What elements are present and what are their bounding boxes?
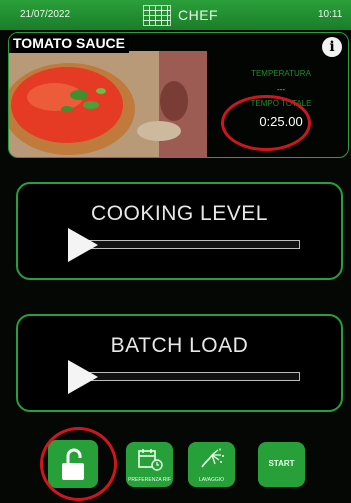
- washing-icon: [201, 448, 224, 468]
- batch-load-label: BATCH LOAD: [110, 334, 249, 357]
- chef-logo-icon: [143, 5, 171, 26]
- calendar-clock-icon: [138, 449, 163, 471]
- temperature-label: TEMPERATURA: [251, 69, 311, 78]
- header-title: CHEF: [178, 7, 219, 23]
- info-icon[interactable]: i: [322, 37, 342, 57]
- highlight-circle-time: [221, 95, 311, 151]
- recipe-title: TOMATO SAUCE: [9, 33, 130, 53]
- washing-label: LAVAGGIO: [198, 477, 225, 483]
- recipe-photo: [9, 51, 207, 157]
- tomato-sauce-image: [9, 51, 207, 157]
- reference-button[interactable]: PREFERENZA RIF: [126, 442, 173, 487]
- header-time: 10:11: [318, 9, 343, 20]
- highlight-circle-lock: [40, 427, 117, 501]
- header-bar: 21/07/2022 CHEF 10:11: [0, 0, 351, 30]
- temperature-value: ---: [277, 85, 285, 94]
- start-button[interactable]: START: [258, 442, 305, 487]
- cooking-level-panel[interactable]: COOKING LEVEL: [16, 182, 343, 280]
- start-label: START: [268, 459, 295, 468]
- cooking-level-label: COOKING LEVEL: [91, 202, 268, 225]
- washing-button[interactable]: LAVAGGIO: [188, 442, 235, 487]
- reference-label: PREFERENZA RIF: [128, 477, 171, 483]
- cooking-level-track[interactable]: [68, 240, 300, 249]
- cooking-level-thumb[interactable]: [68, 228, 98, 262]
- batch-load-panel[interactable]: BATCH LOAD: [16, 314, 343, 412]
- batch-load-track[interactable]: [68, 372, 300, 381]
- batch-load-thumb[interactable]: [68, 360, 98, 394]
- header-date: 21/07/2022: [20, 9, 71, 20]
